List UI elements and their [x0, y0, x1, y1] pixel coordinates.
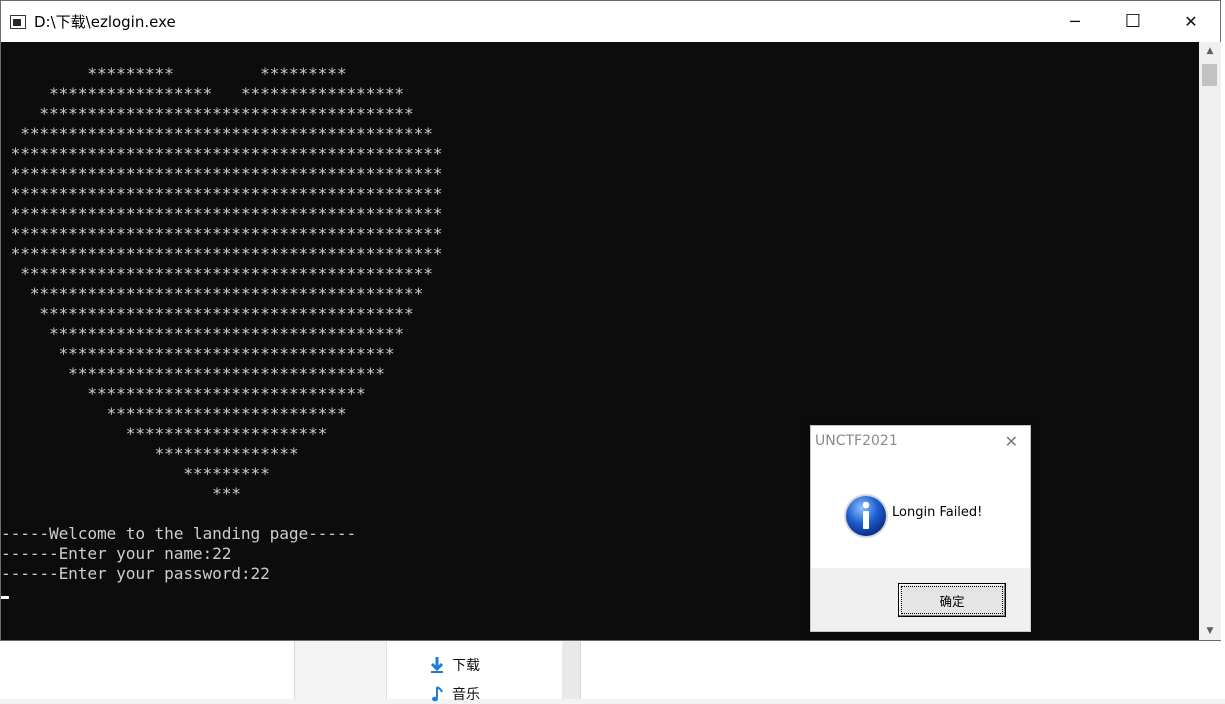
nav-item-label: 音乐 [452, 687, 480, 703]
dialog-message: Longin Failed! [892, 505, 983, 520]
download-arrow-icon [428, 656, 446, 674]
nav-item-music[interactable]: 音乐 [428, 684, 480, 704]
info-icon [844, 494, 888, 538]
close-button[interactable]: ✕ [1162, 1, 1220, 42]
vertical-scrollbar[interactable]: ▲ ▼ [1199, 42, 1221, 640]
music-note-icon [428, 685, 446, 703]
nav-item-downloads[interactable]: 下载 [428, 655, 480, 675]
dialog-title: UNCTF2021 [815, 433, 898, 449]
dialog-close-icon[interactable]: ✕ [1005, 432, 1018, 451]
maximize-icon: ☐ [1124, 11, 1142, 32]
minimize-button[interactable]: ─ [1046, 1, 1104, 42]
minimize-icon: ─ [1070, 12, 1080, 31]
console-window: D:\下载\ezlogin.exe ─ ☐ ✕ ********* ******… [0, 0, 1221, 641]
message-dialog: UNCTF2021 ✕ Longin Failed! 确定 [810, 425, 1031, 632]
dialog-footer: 确定 [811, 568, 1030, 631]
explorer-content-pane [581, 641, 1225, 699]
close-icon: ✕ [1184, 12, 1198, 31]
background-window-edge [1221, 0, 1225, 641]
explorer-nav-scrollbar[interactable] [562, 641, 581, 699]
console-output-text: ********* ********* ***************** **… [1, 64, 443, 583]
window-title: D:\下载\ezlogin.exe [34, 13, 176, 31]
scroll-down-icon[interactable]: ▼ [1199, 622, 1221, 640]
text-cursor [1, 596, 9, 599]
background-pane [0, 641, 295, 699]
scroll-up-icon[interactable]: ▲ [1199, 42, 1221, 60]
nav-item-label: 下载 [452, 658, 480, 674]
scrollbar-thumb[interactable] [1202, 64, 1217, 86]
ok-button[interactable]: 确定 [898, 583, 1006, 617]
title-bar[interactable]: D:\下载\ezlogin.exe ─ ☐ ✕ [1, 1, 1220, 42]
console-app-icon[interactable] [10, 14, 26, 29]
window-controls: ─ ☐ ✕ [1046, 1, 1220, 42]
maximize-button[interactable]: ☐ [1104, 1, 1162, 42]
